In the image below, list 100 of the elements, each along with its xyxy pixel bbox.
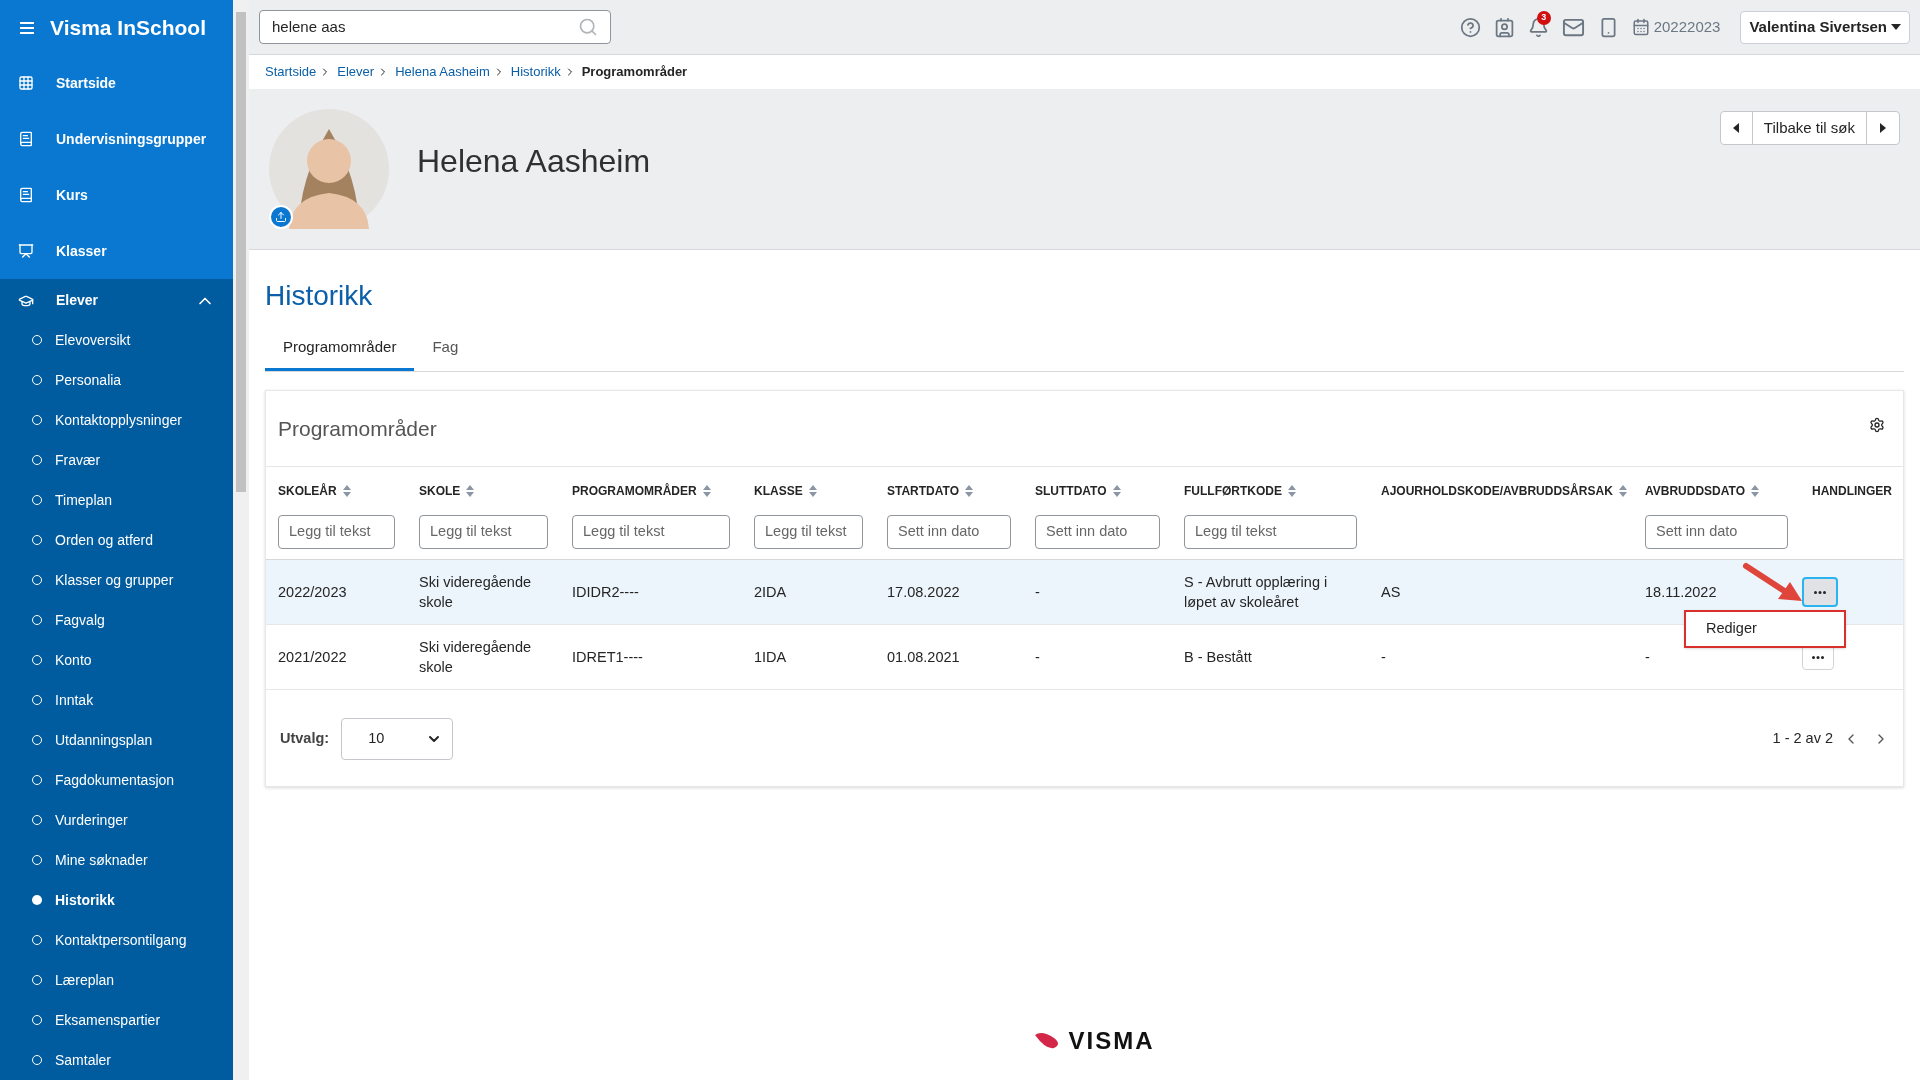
contact-book-icon[interactable] <box>1493 16 1515 38</box>
school-year[interactable]: 20222023 <box>1653 15 1721 39</box>
sidebar-subitem[interactable]: Historikk <box>0 880 233 920</box>
sort-icon[interactable] <box>1751 485 1759 497</box>
column-header[interactable]: KLASSE <box>754 482 803 500</box>
table-cell-text: B - Bestått <box>1183 648 1253 667</box>
bell-icon[interactable] <box>1527 16 1549 38</box>
breadcrumb-link[interactable]: Startside <box>265 62 317 82</box>
column-header[interactable]: FULLFØRTKODE <box>1184 482 1282 500</box>
user-menu-button[interactable]: Valentina Sivertsen <box>1740 10 1910 44</box>
column-header[interactable]: STARTDATO <box>887 482 959 500</box>
sidebar-subitem[interactable]: Fagdokumentasjon <box>0 760 233 800</box>
upload-icon <box>275 211 287 223</box>
sort-icon[interactable] <box>1112 485 1121 497</box>
sidebar-subitem[interactable]: Utdanningsplan <box>0 720 233 760</box>
table-cell-text: - <box>1034 648 1041 667</box>
sidebar-item[interactable]: Undervisningsgrupper <box>0 111 233 167</box>
sidebar-subitem[interactable]: Konto <box>0 640 233 680</box>
sidebar-subitem[interactable]: Orden og atferd <box>0 520 233 560</box>
sidebar-item[interactable]: Startside <box>0 55 233 111</box>
breadcrumb-link[interactable]: Elever <box>337 62 375 82</box>
sidebar-subitem[interactable]: Vurderinger <box>0 800 233 840</box>
table-cell-text: Ski videregående skole <box>418 573 533 612</box>
help-icon[interactable] <box>1459 16 1481 38</box>
sort-icon[interactable] <box>1288 485 1296 497</box>
table-cell-text: IDIDR2---- <box>571 583 640 602</box>
logo-text: VISMA <box>1068 1026 1155 1056</box>
column-header[interactable]: SKOLEÅR <box>278 482 337 500</box>
search-field[interactable]: helene aas <box>259 10 611 44</box>
sidebar-subitem[interactable]: Eksamenspartier <box>0 1000 233 1040</box>
filter-field[interactable]: Sett inn dato <box>887 515 1011 549</box>
table-cell-text: 2IDA <box>753 583 788 602</box>
table-cell-text: 17.08.2022 <box>886 583 961 602</box>
filter-field[interactable]: Legg til tekst <box>754 515 863 549</box>
breadcrumb-current: Programområder <box>581 63 688 82</box>
notification-badge: 3 <box>1536 10 1551 25</box>
column-header[interactable]: HANDLINGER <box>1812 482 1892 500</box>
scrollbar[interactable] <box>233 0 249 1080</box>
menu-item[interactable]: Rediger <box>1686 612 1844 646</box>
table-cell-text: - <box>1380 648 1387 667</box>
sidebar-subitem[interactable]: Mine søknader <box>0 840 233 880</box>
breadcrumb-link[interactable]: Helena Aasheim <box>395 62 490 82</box>
sort-icon[interactable] <box>466 485 475 497</box>
sidebar-subitem[interactable]: Fagvalg <box>0 600 233 640</box>
tab[interactable]: Fag <box>414 327 477 371</box>
filter-field[interactable]: Legg til tekst <box>419 515 548 549</box>
column-header[interactable]: PROGRAMOMRÅDER <box>572 482 697 500</box>
table-cell-text: - <box>1644 648 1651 667</box>
sort-icon[interactable] <box>1618 485 1627 497</box>
table-cell-text: - <box>1034 583 1041 602</box>
sort-icon[interactable] <box>965 485 973 497</box>
sidebar-item[interactable]: Kurs <box>0 167 233 223</box>
sidebar-subitem[interactable]: Personalia <box>0 360 233 400</box>
sidebar-subitem[interactable]: Fravær <box>0 440 233 480</box>
book-icon <box>18 131 34 147</box>
settings-icon[interactable] <box>1869 416 1885 433</box>
sidebar-subitem[interactable]: Elevoversikt <box>0 320 233 360</box>
pagination-info: 1 - 2 av 2 <box>1772 729 1833 749</box>
sidebar-subitem[interactable]: Inntak <box>0 680 233 720</box>
column-header[interactable]: SKOLE <box>419 482 461 500</box>
app-title: Visma InSchool <box>50 14 206 41</box>
sidebar-subitem[interactable]: Kontaktopplysninger <box>0 400 233 440</box>
back-to-search-button[interactable]: Tilbake til søk <box>1752 112 1867 144</box>
menu-icon[interactable] <box>20 21 34 34</box>
sort-icon[interactable] <box>702 485 711 497</box>
column-header[interactable]: AJOURHOLDSKODE/AVBRUDDSÅRSAK <box>1381 482 1613 500</box>
sidebar-section[interactable]: Elever <box>0 281 233 320</box>
sidebar-item[interactable]: Klasser <box>0 223 233 279</box>
caret-right-icon <box>1880 123 1886 133</box>
actions-button[interactable] <box>1802 577 1838 607</box>
filter-field[interactable]: Sett inn dato <box>1035 515 1160 549</box>
filter-field[interactable]: Legg til tekst <box>1184 515 1357 549</box>
sidebar-subitem[interactable]: Læreplan <box>0 960 233 1000</box>
column-header[interactable]: SLUTTDATO <box>1035 482 1107 500</box>
table-cell-text: 2021/2022 <box>277 648 348 667</box>
page-title: Historikk <box>265 279 374 313</box>
table-cell-text: Ski videregående skole <box>418 638 533 677</box>
page-size-select[interactable]: 10 <box>341 718 454 760</box>
column-header[interactable]: AVBRUDDSDATO <box>1645 482 1745 500</box>
filter-field[interactable]: Legg til tekst <box>572 515 730 549</box>
page-size-label: Utvalg: <box>280 729 330 749</box>
sidebar-subitem[interactable]: Timeplan <box>0 480 233 520</box>
sidebar-subitem[interactable]: Kontaktpersontilgang <box>0 920 233 960</box>
filter-field[interactable]: Sett inn dato <box>1645 515 1788 549</box>
student-name: Helena Aasheim <box>417 142 651 181</box>
calendar-icon[interactable] <box>1631 18 1650 36</box>
table-cell-text: IDRET1---- <box>571 648 644 667</box>
filter-field[interactable]: Legg til tekst <box>278 515 395 549</box>
table-cell-text: 18.11.2022 <box>1644 583 1718 602</box>
sidebar-subitem[interactable]: Samtaler <box>0 1040 233 1080</box>
ellipsis-icon <box>1814 590 1826 594</box>
table-cell-text: 01.08.2021 <box>886 648 961 667</box>
table-cell-text: AS <box>1380 583 1402 602</box>
search-icon[interactable] <box>578 17 598 37</box>
tab[interactable]: Programområder <box>265 327 415 371</box>
breadcrumb-link[interactable]: Historikk <box>510 62 561 82</box>
sort-icon[interactable] <box>342 485 351 497</box>
sidebar-subitem[interactable]: Klasser og grupper <box>0 560 233 600</box>
upload-button[interactable] <box>269 205 293 229</box>
sort-icon[interactable] <box>808 485 817 497</box>
